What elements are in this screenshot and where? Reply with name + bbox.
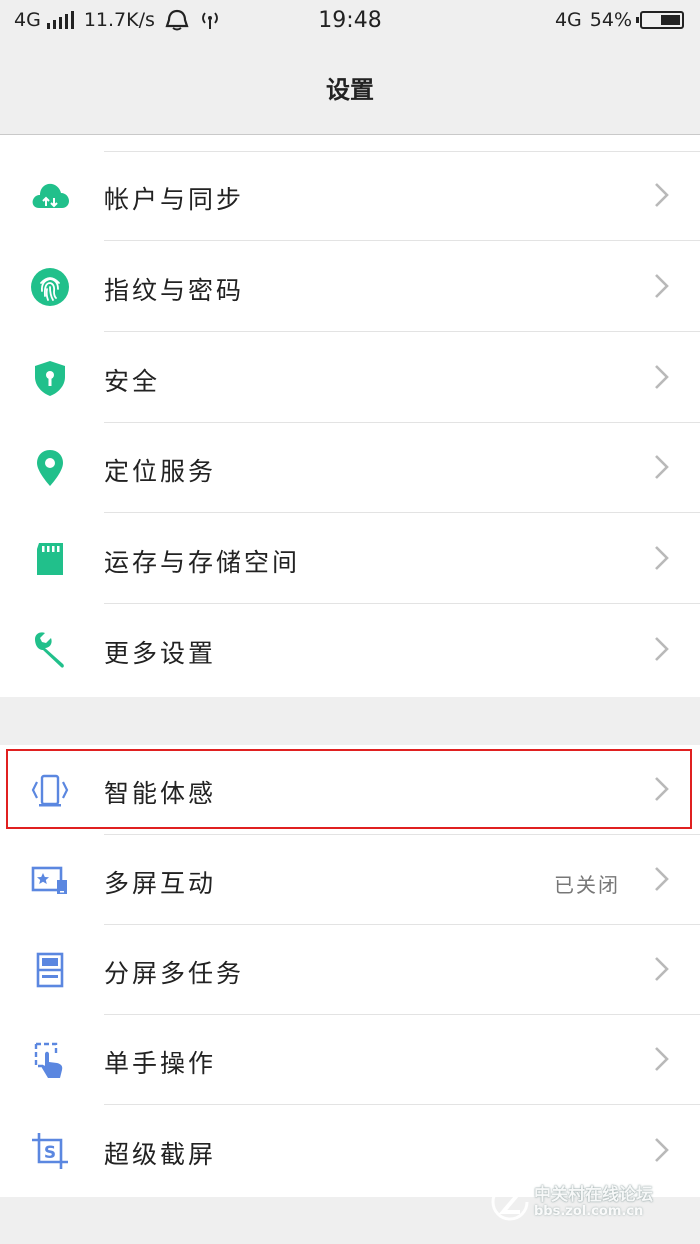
fingerprint-icon <box>31 268 69 306</box>
settings-item-label: 安全 <box>104 367 161 396</box>
network-type-right: 4G <box>554 9 582 31</box>
wrench-icon <box>35 632 64 668</box>
settings-item-label: 单手操作 <box>104 1049 217 1078</box>
settings-item-label: 帐户与同步 <box>104 185 245 214</box>
chevron-right-icon <box>655 455 669 479</box>
status-bar: 4G 11.7K/s 19:48 4G 54% <box>0 0 700 44</box>
settings-item-security[interactable]: 安全 <box>0 333 700 423</box>
settings-item-location[interactable]: 定位服务 <box>0 423 700 513</box>
chevron-right-icon <box>655 867 669 891</box>
settings-item-memory-storage[interactable]: 运存与存储空间 <box>0 514 700 604</box>
divider <box>104 1104 700 1105</box>
svg-text:S: S <box>44 1143 56 1163</box>
chevron-right-icon <box>655 957 669 981</box>
screenshot-icon: S <box>32 1133 68 1169</box>
divider <box>104 240 700 241</box>
chevron-right-icon <box>655 365 669 389</box>
watermark-url: bbs.zol.com.cn <box>534 1204 644 1219</box>
settings-item-multi-screen[interactable]: 多屏互动 已关闭 <box>0 835 700 925</box>
split-screen-icon <box>36 952 64 988</box>
settings-item-label: 超级截屏 <box>104 1140 217 1169</box>
settings-item-one-hand[interactable]: 单手操作 <box>0 1015 700 1105</box>
divider <box>104 512 700 513</box>
battery-icon <box>636 11 684 29</box>
settings-item-account-sync[interactable]: 帐户与同步 <box>0 151 700 241</box>
watermark: 中关村在线论坛 bbs.zol.com.cn <box>490 1178 680 1224</box>
cloud-sync-icon <box>32 183 69 208</box>
chevron-right-icon <box>655 546 669 570</box>
settings-item-more-settings[interactable]: 更多设置 <box>0 605 700 695</box>
header: 4G 11.7K/s 19:48 4G 54% 设置 <box>0 0 700 135</box>
settings-item-label: 定位服务 <box>104 457 217 486</box>
settings-item-label: 更多设置 <box>104 639 217 668</box>
settings-item-label: 运存与存储空间 <box>104 548 301 577</box>
settings-item-fingerprint-password[interactable]: 指纹与密码 <box>0 242 700 332</box>
chevron-right-icon <box>655 1138 669 1162</box>
divider <box>104 603 700 604</box>
settings-item-label: 多屏互动 <box>104 869 217 898</box>
settings-item-label: 指纹与密码 <box>104 276 245 305</box>
status-right: 4G 54% <box>555 9 684 31</box>
watermark-text: 中关村在线论坛 <box>534 1185 653 1205</box>
settings-item-label: 分屏多任务 <box>104 959 245 988</box>
screen-cast-icon <box>31 866 67 894</box>
chevron-right-icon <box>655 637 669 661</box>
settings-item-status: 已关闭 <box>554 873 620 897</box>
chevron-right-icon <box>655 1047 669 1071</box>
settings-item-split-screen[interactable]: 分屏多任务 <box>0 925 700 1015</box>
battery-fill <box>660 15 680 25</box>
one-hand-icon <box>34 1042 63 1078</box>
chevron-right-icon <box>655 183 669 207</box>
chevron-right-icon <box>655 274 669 298</box>
page-title: 设置 <box>326 76 374 104</box>
shield-icon <box>35 361 65 396</box>
sd-card-icon <box>37 543 63 575</box>
settings-group-system: 帐户与同步 指纹与密码 安全 定位服务 运存与存储空间 更多设置 <box>0 135 700 697</box>
divider <box>104 331 700 332</box>
zol-logo-icon <box>491 1183 529 1221</box>
battery-percent: 54% <box>589 9 632 31</box>
highlight-box <box>6 749 692 829</box>
location-pin-icon <box>37 450 63 486</box>
